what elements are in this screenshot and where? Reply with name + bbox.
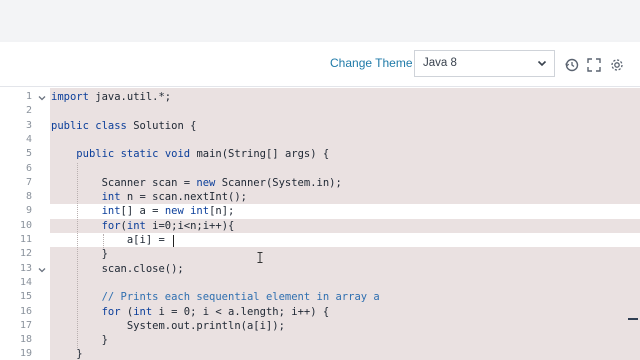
- indent-guide: [77, 162, 78, 349]
- code-line: }: [51, 248, 108, 261]
- line-number: 10: [19, 219, 32, 231]
- line-number: 8: [25, 191, 32, 203]
- code-line: Scanner scan = new Scanner(System.in);: [51, 176, 342, 189]
- code-line: int[] a = new int[n];: [101, 205, 235, 218]
- line-number: 3: [25, 119, 32, 131]
- line-number: 1: [25, 91, 32, 102]
- code-line: scan.close();: [51, 262, 184, 275]
- code-line: a[i] =: [51, 234, 172, 246]
- line-number: 2: [25, 105, 32, 117]
- history-icon[interactable]: [565, 58, 579, 72]
- line-number: 9: [25, 205, 32, 217]
- line-number: 19: [19, 348, 32, 360]
- line-number: 18: [19, 334, 32, 346]
- expand-icon[interactable]: [587, 58, 601, 72]
- code-line: public class Solution {: [51, 119, 197, 132]
- line-number: 14: [19, 276, 32, 288]
- text-cursor-icon: [257, 252, 263, 263]
- language-select[interactable]: Java 8: [414, 50, 555, 77]
- editor-toolbar: Change Theme Java 8: [0, 42, 640, 87]
- line-number: 7: [25, 176, 32, 188]
- top-band: [0, 0, 640, 40]
- code-line: int n = scan.nextInt();: [101, 191, 247, 204]
- code-line: }: [51, 334, 108, 347]
- line-number: 15: [19, 291, 32, 303]
- indent-guide: [103, 234, 104, 249]
- change-theme-button[interactable]: Change Theme: [330, 56, 413, 70]
- text-caret: [173, 235, 174, 247]
- line-number: 13: [19, 262, 32, 274]
- code-line: System.out.println(a[i]);: [51, 319, 285, 332]
- line-number: 6: [25, 162, 32, 174]
- code-line: }: [51, 348, 83, 360]
- line-number: 11: [19, 234, 32, 245]
- scrollbar-marker[interactable]: [628, 318, 638, 320]
- code-line: for(int i=0;i<n;i++){: [101, 219, 235, 232]
- gear-icon[interactable]: [610, 58, 624, 72]
- code-editor-panel: Change Theme Java 8 1 import java.util.*;…: [0, 42, 640, 360]
- line-number: 5: [25, 148, 32, 160]
- line-number: 17: [19, 319, 32, 331]
- code-line: // Prints each sequential element in arr…: [101, 291, 380, 304]
- code-line: public static void main(String[] args) {: [76, 148, 330, 161]
- code-line: for (int i = 0; i < a.length; i++) {: [101, 305, 330, 318]
- fold-chevron-icon[interactable]: [38, 94, 46, 102]
- fold-chevron-icon[interactable]: [38, 266, 46, 274]
- chevron-down-icon: [537, 60, 547, 67]
- line-number: 4: [25, 133, 32, 145]
- language-select-value: Java 8: [423, 57, 457, 69]
- code-editor[interactable]: 1 import java.util.*; 2 3 public class Solut…: [0, 88, 640, 360]
- line-number: 12: [19, 248, 32, 260]
- line-number: 16: [19, 305, 32, 317]
- code-line: import java.util.*;: [51, 91, 172, 103]
